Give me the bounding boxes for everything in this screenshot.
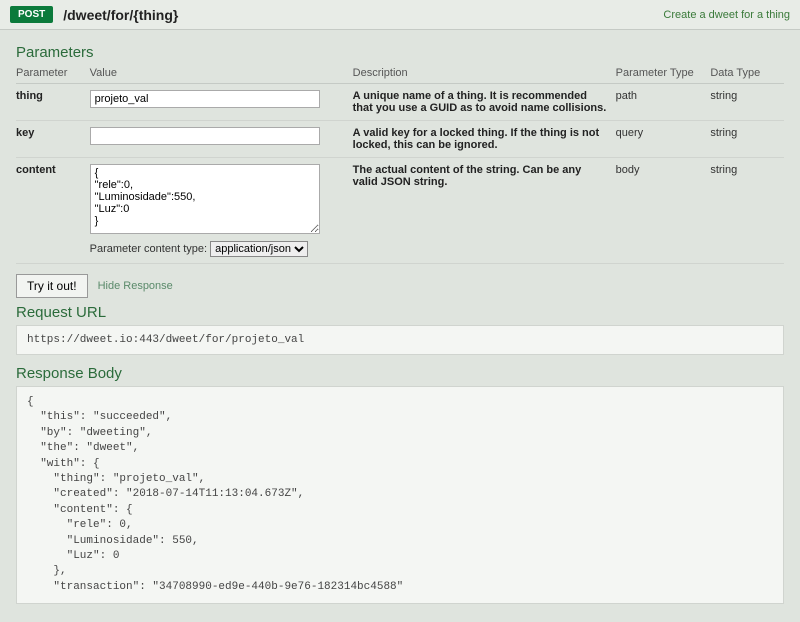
data-type-key: string (710, 121, 784, 158)
param-name-content: content (16, 158, 90, 264)
data-type-content: string (710, 158, 784, 264)
content-type-label: Parameter content type: (90, 243, 207, 255)
content-type-select[interactable]: application/json (210, 241, 308, 257)
col-value: Value (90, 65, 353, 84)
request-url-heading: Request URL (16, 304, 784, 321)
param-name-thing: thing (16, 84, 90, 121)
table-row: key A valid key for a locked thing. If t… (16, 121, 784, 158)
hide-response-link[interactable]: Hide Response (98, 280, 173, 292)
col-data-type: Data Type (710, 65, 784, 84)
col-parameter: Parameter (16, 65, 90, 84)
response-body-box: { "this": "succeeded", "by": "dweeting",… (16, 386, 784, 604)
content-textarea[interactable]: { "rele":0, "Luminosidade":550, "Luz":0 … (90, 164, 320, 234)
param-type-thing: path (616, 84, 711, 121)
param-desc-key: A valid key for a locked thing. If the t… (353, 121, 616, 158)
param-name-key: key (16, 121, 90, 158)
key-input[interactable] (90, 127, 320, 145)
try-it-out-button[interactable]: Try it out! (16, 274, 88, 298)
param-desc-content: The actual content of the string. Can be… (353, 158, 616, 264)
http-method-badge: POST (10, 6, 53, 23)
param-desc-thing: A unique name of a thing. It is recommen… (353, 84, 616, 121)
request-url-box: https://dweet.io:443/dweet/for/projeto_v… (16, 325, 784, 355)
parameters-table: Parameter Value Description Parameter Ty… (16, 65, 784, 264)
parameters-heading: Parameters (16, 44, 784, 61)
operation-header: POST /dweet/for/{thing} Create a dweet f… (0, 0, 800, 30)
thing-input[interactable] (90, 90, 320, 108)
endpoint-description: Create a dweet for a thing (663, 9, 790, 21)
endpoint-path[interactable]: /dweet/for/{thing} (63, 7, 663, 23)
actions-row: Try it out! Hide Response (16, 274, 784, 298)
col-description: Description (353, 65, 616, 84)
table-row: content { "rele":0, "Luminosidade":550, … (16, 158, 784, 264)
response-body-heading: Response Body (16, 365, 784, 382)
col-parameter-type: Parameter Type (616, 65, 711, 84)
content-type-row: Parameter content type: application/json (90, 241, 345, 257)
table-row: thing A unique name of a thing. It is re… (16, 84, 784, 121)
param-type-key: query (616, 121, 711, 158)
param-type-content: body (616, 158, 711, 264)
data-type-thing: string (710, 84, 784, 121)
